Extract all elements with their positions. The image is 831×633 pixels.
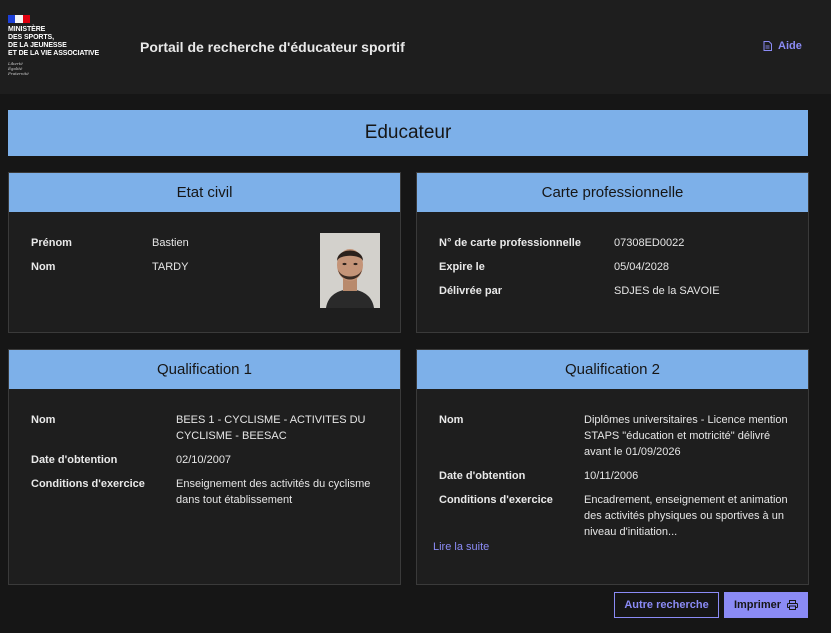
- qualification-2-date-row: Date d'obtention 10/11/2006: [439, 468, 808, 484]
- professional-card-body: N° de carte professionnelle 07308ED0022 …: [417, 212, 808, 299]
- new-search-button[interactable]: Autre recherche: [614, 592, 719, 618]
- last-name-label: Nom: [31, 261, 56, 273]
- qualification-1-name-label: Nom: [31, 414, 56, 426]
- card-number-value: 07308ED0022: [614, 237, 685, 249]
- expiry-row: Expire le 05/04/2028: [439, 259, 808, 275]
- printer-icon: [787, 600, 799, 610]
- qualification-1-title: Qualification 1: [156, 361, 253, 378]
- qualification-1-body: Nom BEES 1 - CYCLISME - ACTIVITES DU CYC…: [9, 389, 400, 508]
- qualification-2-name-row: Nom Diplômes universitaires - Licence me…: [439, 412, 808, 460]
- qualification-2-title: Qualification 2: [564, 361, 661, 378]
- professional-card-header: Carte professionnelle: [417, 173, 808, 212]
- qualification-1-card: Qualification 1 Nom BEES 1 - CYCLISME - …: [8, 349, 401, 585]
- republic-motto: Liberté Égalité Fraternité: [8, 61, 29, 76]
- qualification-1-name-value: BEES 1 - CYCLISME - ACTIVITES DU CYCLISM…: [176, 414, 366, 442]
- etat-civil-card: Etat civil Prénom Bastien Nom TARDY: [8, 172, 401, 333]
- qualification-1-conditions-row: Conditions d'exercice Enseignement des a…: [31, 476, 400, 508]
- help-label: Aide: [778, 40, 802, 52]
- qualification-2-header: Qualification 2: [417, 350, 808, 389]
- qualification-2-card: Qualification 2 Nom Diplômes universitai…: [416, 349, 809, 585]
- etat-civil-body: Prénom Bastien Nom TARDY: [9, 212, 400, 308]
- qualification-2-conditions-value: Encadrement, enseignement et animation d…: [584, 494, 788, 538]
- first-name-label: Prénom: [31, 237, 72, 249]
- etat-civil-title: Etat civil: [176, 184, 233, 201]
- ministry-name: MINISTÈRE DES SPORTS, DE LA JEUNESSE ET …: [8, 26, 100, 57]
- educator-photo: [320, 233, 380, 308]
- expiry-label: Expire le: [439, 261, 485, 273]
- print-label: Imprimer: [733, 599, 782, 611]
- issuer-label: Délivrée par: [439, 285, 502, 297]
- qualification-2-conditions-row: Conditions d'exercice Encadrement, ensei…: [439, 492, 808, 540]
- qualification-2-body: Nom Diplômes universitaires - Licence me…: [417, 389, 808, 540]
- help-link[interactable]: Aide: [763, 40, 802, 52]
- read-more-link[interactable]: Lire la suite: [433, 541, 489, 553]
- qualification-2-name-label: Nom: [439, 414, 464, 426]
- qualification-1-date-label: Date d'obtention: [31, 454, 118, 466]
- qualification-1-date-row: Date d'obtention 02/10/2007: [31, 452, 400, 468]
- qualification-2-date-label: Date d'obtention: [439, 470, 526, 482]
- document-icon: [763, 41, 772, 51]
- header: MINISTÈRE DES SPORTS, DE LA JEUNESSE ET …: [0, 0, 831, 94]
- qualification-2-date-value: 10/11/2006: [584, 470, 639, 482]
- professional-card-panel: Carte professionnelle N° de carte profes…: [416, 172, 809, 333]
- new-search-label: Autre recherche: [624, 599, 709, 611]
- page-title-banner: Educateur: [8, 110, 808, 156]
- qualification-2-name-value: Diplômes universitaires - Licence mentio…: [584, 414, 788, 458]
- qualification-1-header: Qualification 1: [9, 350, 400, 389]
- qualification-1-conditions-label: Conditions d'exercice: [31, 478, 145, 490]
- issuer-value: SDJES de la SAVOIE: [614, 285, 720, 297]
- qualification-1-name-row: Nom BEES 1 - CYCLISME - ACTIVITES DU CYC…: [31, 412, 400, 444]
- issuer-row: Délivrée par SDJES de la SAVOIE: [439, 283, 808, 299]
- print-button[interactable]: Imprimer: [724, 592, 808, 618]
- last-name-value: TARDY: [152, 261, 189, 273]
- page-title: Educateur: [364, 122, 452, 143]
- qualification-2-conditions-label: Conditions d'exercice: [439, 494, 553, 506]
- card-number-row: N° de carte professionnelle 07308ED0022: [439, 235, 808, 251]
- card-number-label: N° de carte professionnelle: [439, 237, 581, 249]
- qualification-1-conditions-value: Enseignement des activités du cyclisme d…: [176, 478, 371, 506]
- ministry-logo[interactable]: MINISTÈRE DES SPORTS, DE LA JEUNESSE ET …: [8, 15, 123, 76]
- professional-card-title: Carte professionnelle: [541, 184, 684, 201]
- expiry-value: 05/04/2028: [614, 261, 670, 273]
- french-flag-icon: [8, 15, 30, 23]
- etat-civil-header: Etat civil: [9, 173, 400, 212]
- first-name-value: Bastien: [152, 237, 189, 249]
- portal-title: Portail de recherche d'éducateur sportif: [140, 39, 405, 55]
- qualification-1-date-value: 02/10/2007: [176, 454, 232, 466]
